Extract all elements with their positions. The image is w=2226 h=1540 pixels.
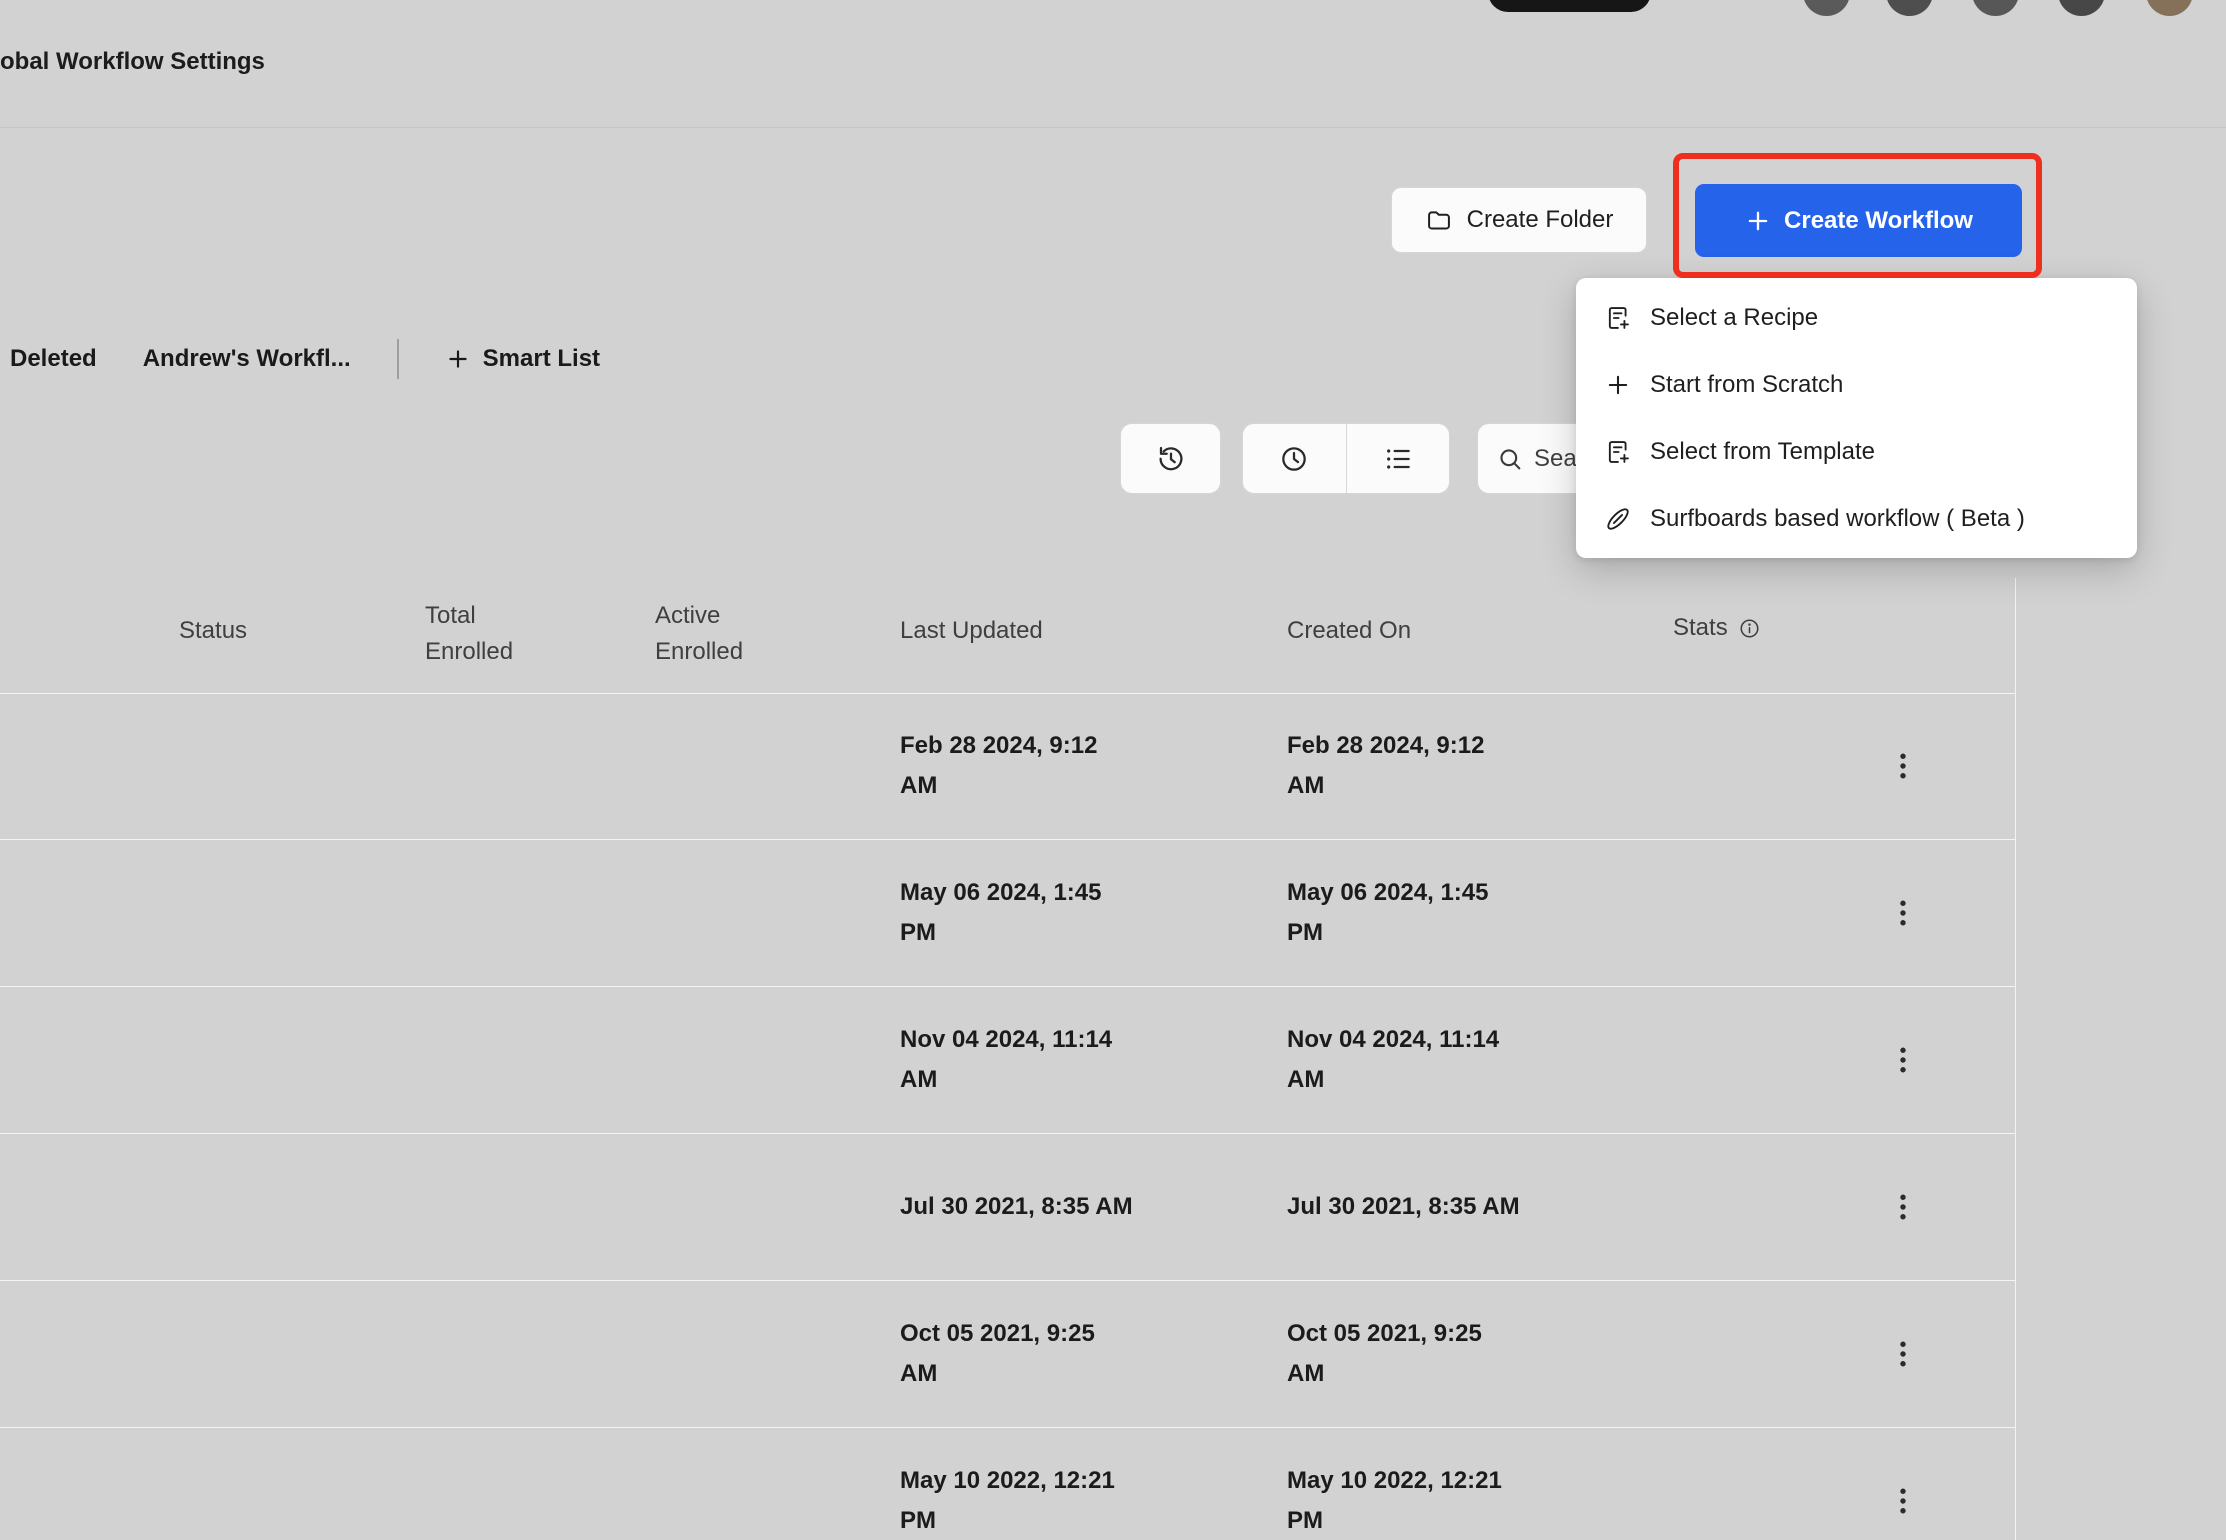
cutoff-top-control[interactable] [1488, 0, 1651, 12]
last-updated-value: May 06 2024, 1:45 PM [900, 879, 1102, 946]
avatar[interactable] [1803, 0, 1850, 16]
folder-icon [1425, 206, 1453, 234]
row-actions-kebab-button[interactable] [1872, 1029, 1934, 1091]
avatar[interactable] [2146, 0, 2193, 16]
table-header: Status Total Enrolled Active Enrolled La… [0, 578, 2015, 694]
info-icon[interactable] [1738, 617, 1761, 640]
recipe-plus-icon [1604, 304, 1632, 332]
column-header-last-updated: Last Updated [900, 617, 1043, 644]
created-on-cell: Feb 28 2024, 9:12 AM [1287, 693, 1522, 839]
topbar-divider [0, 127, 2226, 128]
created-on-cell: Nov 04 2024, 11:14 AM [1287, 987, 1522, 1133]
table-row: Nov 04 2024, 11:14 AM Nov 04 2024, 11:14… [0, 987, 2015, 1134]
created-on-value: May 06 2024, 1:45 PM [1287, 879, 1489, 946]
row-actions-kebab-button[interactable] [1872, 1470, 1934, 1532]
last-updated-cell: May 10 2022, 12:21 PM [900, 1428, 1135, 1540]
workflow-tabs: Deleted Andrew's Workfl... Smart List [10, 339, 600, 379]
surfboard-icon [1604, 505, 1632, 533]
plus-icon [445, 346, 471, 372]
column-header-status: Status [179, 617, 248, 644]
row-actions-kebab-button[interactable] [1872, 1176, 1934, 1238]
menu-item-start-from-scratch[interactable]: Start from Scratch [1576, 351, 2137, 418]
clock-view-button[interactable] [1243, 424, 1346, 493]
last-updated-cell: Feb 28 2024, 9:12 AM [900, 693, 1135, 839]
column-header-active-enrolled: Active Enrolled [655, 602, 744, 665]
page-title: obal Workflow Settings [0, 48, 265, 75]
kebab-icon [1885, 895, 1921, 931]
kebab-icon [1885, 1483, 1921, 1519]
column-header-created-on: Created On [1287, 617, 1412, 644]
created-on-cell: May 10 2022, 12:21 PM [1287, 1428, 1522, 1540]
created-on-value: Nov 04 2024, 11:14 AM [1287, 1026, 1500, 1093]
created-on-cell: May 06 2024, 1:45 PM [1287, 840, 1522, 986]
created-on-cell: Jul 30 2021, 8:35 AM [1287, 1134, 1522, 1280]
menu-item-label: Select from Template [1650, 437, 1875, 465]
row-actions-kebab-button[interactable] [1872, 1323, 1934, 1385]
tab-andrews-workflows[interactable]: Andrew's Workfl... [143, 345, 351, 373]
clock-icon [1278, 443, 1310, 475]
create-workflow-menu: Select a Recipe Start from Scratch Selec… [1576, 278, 2137, 558]
created-on-value: Feb 28 2024, 9:12 AM [1287, 732, 1485, 799]
history-icon [1155, 443, 1187, 475]
avatar[interactable] [1972, 0, 2019, 16]
avatar[interactable] [2058, 0, 2105, 16]
table-row: Oct 05 2021, 9:25 AM Oct 05 2021, 9:25 A… [0, 1281, 2015, 1428]
search-icon [1496, 445, 1524, 473]
table-body: Feb 28 2024, 9:12 AM Feb 28 2024, 9:12 A… [0, 693, 2015, 1540]
last-updated-value: Oct 05 2021, 9:25 AM [900, 1320, 1095, 1387]
last-updated-cell: May 06 2024, 1:45 PM [900, 840, 1135, 986]
list-icon [1382, 443, 1414, 475]
create-workflow-button[interactable]: Create Workflow [1695, 184, 2022, 257]
create-folder-label: Create Folder [1466, 206, 1614, 233]
created-on-value: Oct 05 2021, 9:25 AM [1287, 1320, 1482, 1387]
menu-item-label: Select a Recipe [1650, 303, 1819, 331]
last-updated-cell: Jul 30 2021, 8:35 AM [900, 1134, 1135, 1280]
table-row: May 06 2024, 1:45 PM May 06 2024, 1:45 P… [0, 840, 2015, 987]
last-updated-value: Jul 30 2021, 8:35 AM [900, 1193, 1133, 1220]
list-view-button[interactable] [1345, 424, 1450, 493]
table-row: May 10 2022, 12:21 PM May 10 2022, 12:21… [0, 1428, 2015, 1540]
created-on-value: Jul 30 2021, 8:35 AM [1287, 1193, 1520, 1220]
kebab-icon [1885, 1336, 1921, 1372]
workflow-list-page: obal Workflow Settings Create Folder Cre… [0, 0, 2226, 1540]
create-folder-button[interactable]: Create Folder [1391, 187, 1647, 253]
last-updated-cell: Oct 05 2021, 9:25 AM [900, 1281, 1135, 1427]
row-actions-kebab-button[interactable] [1872, 882, 1934, 944]
row-actions-kebab-button[interactable] [1872, 735, 1934, 797]
avatar[interactable] [1886, 0, 1933, 16]
last-updated-cell: Nov 04 2024, 11:14 AM [900, 987, 1135, 1133]
kebab-icon [1885, 1189, 1921, 1225]
plus-icon [1744, 207, 1772, 235]
last-updated-value: May 10 2022, 12:21 PM [900, 1467, 1115, 1534]
kebab-icon [1885, 1042, 1921, 1078]
created-on-cell: Oct 05 2021, 9:25 AM [1287, 1281, 1522, 1427]
history-button[interactable] [1120, 423, 1221, 494]
table-row: Feb 28 2024, 9:12 AM Feb 28 2024, 9:12 A… [0, 693, 2015, 840]
smart-list-button[interactable]: Smart List [445, 345, 600, 373]
table-right-border [2015, 578, 2016, 1540]
created-on-value: May 10 2022, 12:21 PM [1287, 1467, 1502, 1534]
tabs-divider [396, 339, 399, 379]
table-row: Jul 30 2021, 8:35 AM Jul 30 2021, 8:35 A… [0, 1134, 2015, 1281]
menu-item-select-from-template[interactable]: Select from Template [1576, 418, 2137, 485]
kebab-icon [1885, 748, 1921, 784]
tab-deleted[interactable]: Deleted [10, 345, 97, 373]
column-header-stats: Stats [1673, 614, 1761, 642]
menu-item-label: Surfboards based workflow ( Beta ) [1650, 504, 2025, 532]
column-header-total-enrolled: Total Enrolled [425, 602, 514, 665]
template-plus-icon [1604, 438, 1632, 466]
smart-list-label: Smart List [482, 345, 601, 372]
view-toggle-group [1242, 423, 1450, 494]
stats-header-label: Stats [1673, 614, 1728, 641]
menu-item-select-a-recipe[interactable]: Select a Recipe [1576, 284, 2137, 351]
plus-icon [1604, 371, 1632, 399]
menu-item-surfboards-workflow[interactable]: Surfboards based workflow ( Beta ) [1576, 485, 2137, 552]
last-updated-value: Nov 04 2024, 11:14 AM [900, 1026, 1113, 1093]
menu-item-label: Start from Scratch [1650, 370, 1844, 398]
last-updated-value: Feb 28 2024, 9:12 AM [900, 732, 1098, 799]
create-workflow-label: Create Workflow [1784, 206, 1973, 234]
